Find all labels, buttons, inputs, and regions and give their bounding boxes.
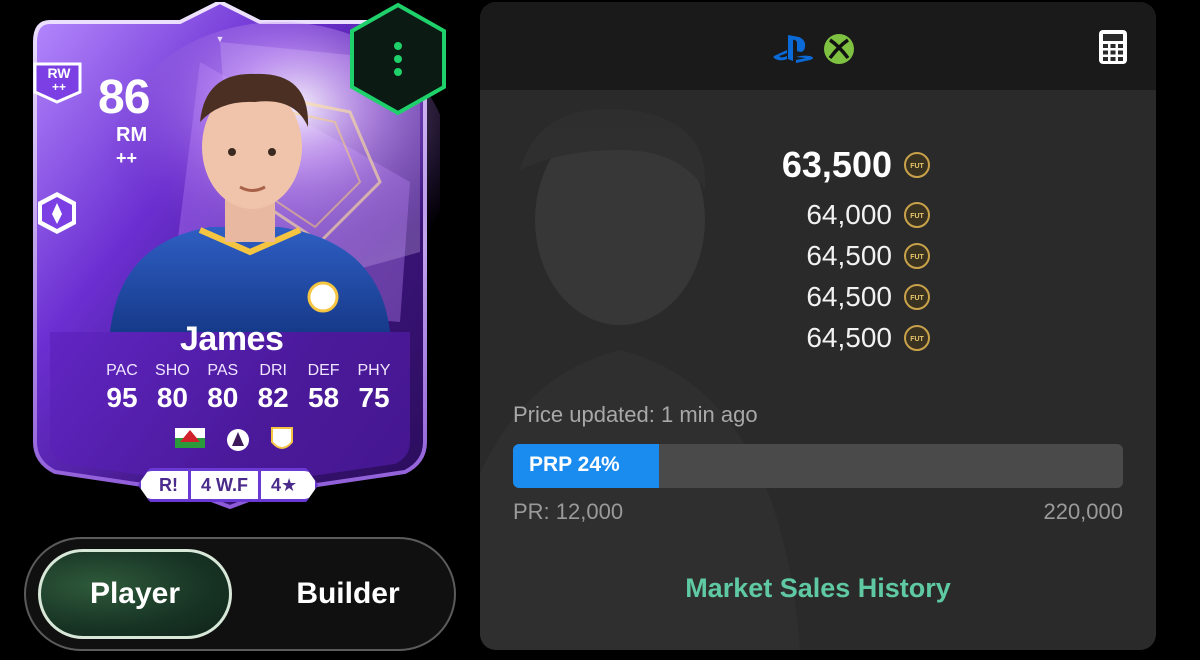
price-row: 64,500 FUT (640, 235, 940, 276)
stat-value: 58 (307, 382, 340, 413)
svg-text:FUT: FUT (910, 213, 924, 220)
price-range-max: 220,000 (1043, 499, 1123, 524)
fut-coin-icon: FUT (904, 283, 930, 310)
stat-labels: PAC SHO PAS DRI DEF PHY (98, 362, 398, 380)
stat-value: 75 (358, 382, 390, 413)
svg-text:FUT: FUT (910, 336, 924, 343)
price-range-min: PR: 12,000 (513, 499, 624, 524)
stat-value: 82 (257, 382, 289, 413)
price-value: 64,000 (806, 198, 892, 230)
price-value: 64,500 (806, 239, 892, 271)
view-toggle: Player Builder (24, 537, 456, 651)
platform-icons (772, 32, 856, 66)
builder-tab[interactable]: Builder (258, 549, 438, 639)
alt-position-label: RW ++ (47, 65, 71, 94)
card-position-plus: ++ (116, 148, 138, 168)
playstation-icon[interactable] (772, 33, 816, 65)
card-brand-icon: ▼ (216, 34, 225, 44)
price-value: 64,500 (806, 321, 892, 353)
price-value: 63,500 (781, 144, 892, 185)
svg-text:FUT: FUT (910, 254, 924, 261)
stat-label: PAS (207, 362, 239, 379)
lowest-price-row: 63,500 FUT (640, 136, 940, 194)
role-chip: R! (138, 468, 191, 502)
wales-flag-icon (175, 428, 205, 448)
fut-coin-icon: FUT (904, 152, 930, 178)
calculator-icon[interactable] (1098, 29, 1128, 65)
more-vertical-icon (394, 42, 402, 76)
stat-value: 80 (156, 382, 188, 413)
prp-label: PRP 24% (529, 453, 620, 476)
stat-value: 80 (207, 382, 239, 413)
card-position: RM (116, 124, 148, 146)
leeds-crest-icon (271, 427, 293, 449)
stat-label: SHO (155, 362, 190, 379)
stat-values: 95 80 80 82 58 75 (98, 382, 398, 414)
svg-text:FUT: FUT (910, 295, 924, 302)
price-row: 64,000 FUT (640, 194, 940, 235)
premier-league-icon (227, 429, 249, 451)
price-row: 64,500 FUT (640, 317, 940, 358)
svg-text:FUT: FUT (910, 163, 924, 170)
weak-foot-chip: 4 W.F (191, 468, 259, 502)
stat-label: PAC (106, 362, 138, 379)
role-chips: R! 4 W.F 4★ (138, 468, 318, 502)
prp-progress-bar: PRP 24% (513, 444, 1123, 488)
price-list: 63,500 FUT 64,000 FUT 64,500 FUT 64,500 (640, 136, 940, 358)
price-row: 64,500 FUT (640, 276, 940, 317)
card-rating: 86 (98, 71, 150, 124)
fut-coin-icon: FUT (904, 201, 930, 228)
skill-moves-chip: 4★ (258, 468, 318, 502)
fut-coin-icon: FUT (904, 324, 930, 351)
price-updated-text: Price updated: 1 min ago (513, 402, 758, 427)
price-value: 64,500 (806, 280, 892, 312)
stat-label: DEF (307, 362, 340, 379)
market-sales-history-link[interactable]: Market Sales History (480, 573, 1156, 604)
xbox-icon[interactable] (822, 32, 856, 66)
stat-label: PHY (357, 362, 391, 379)
options-hex-button[interactable] (348, 2, 448, 116)
player-name: James (180, 320, 284, 358)
stat-label: DRI (259, 362, 287, 379)
player-tab[interactable]: Player (38, 549, 232, 639)
price-panel: 63,500 FUT 64,000 FUT 64,500 FUT 64,500 (480, 2, 1156, 650)
fut-coin-icon: FUT (904, 242, 930, 269)
stat-value: 95 (106, 382, 138, 413)
